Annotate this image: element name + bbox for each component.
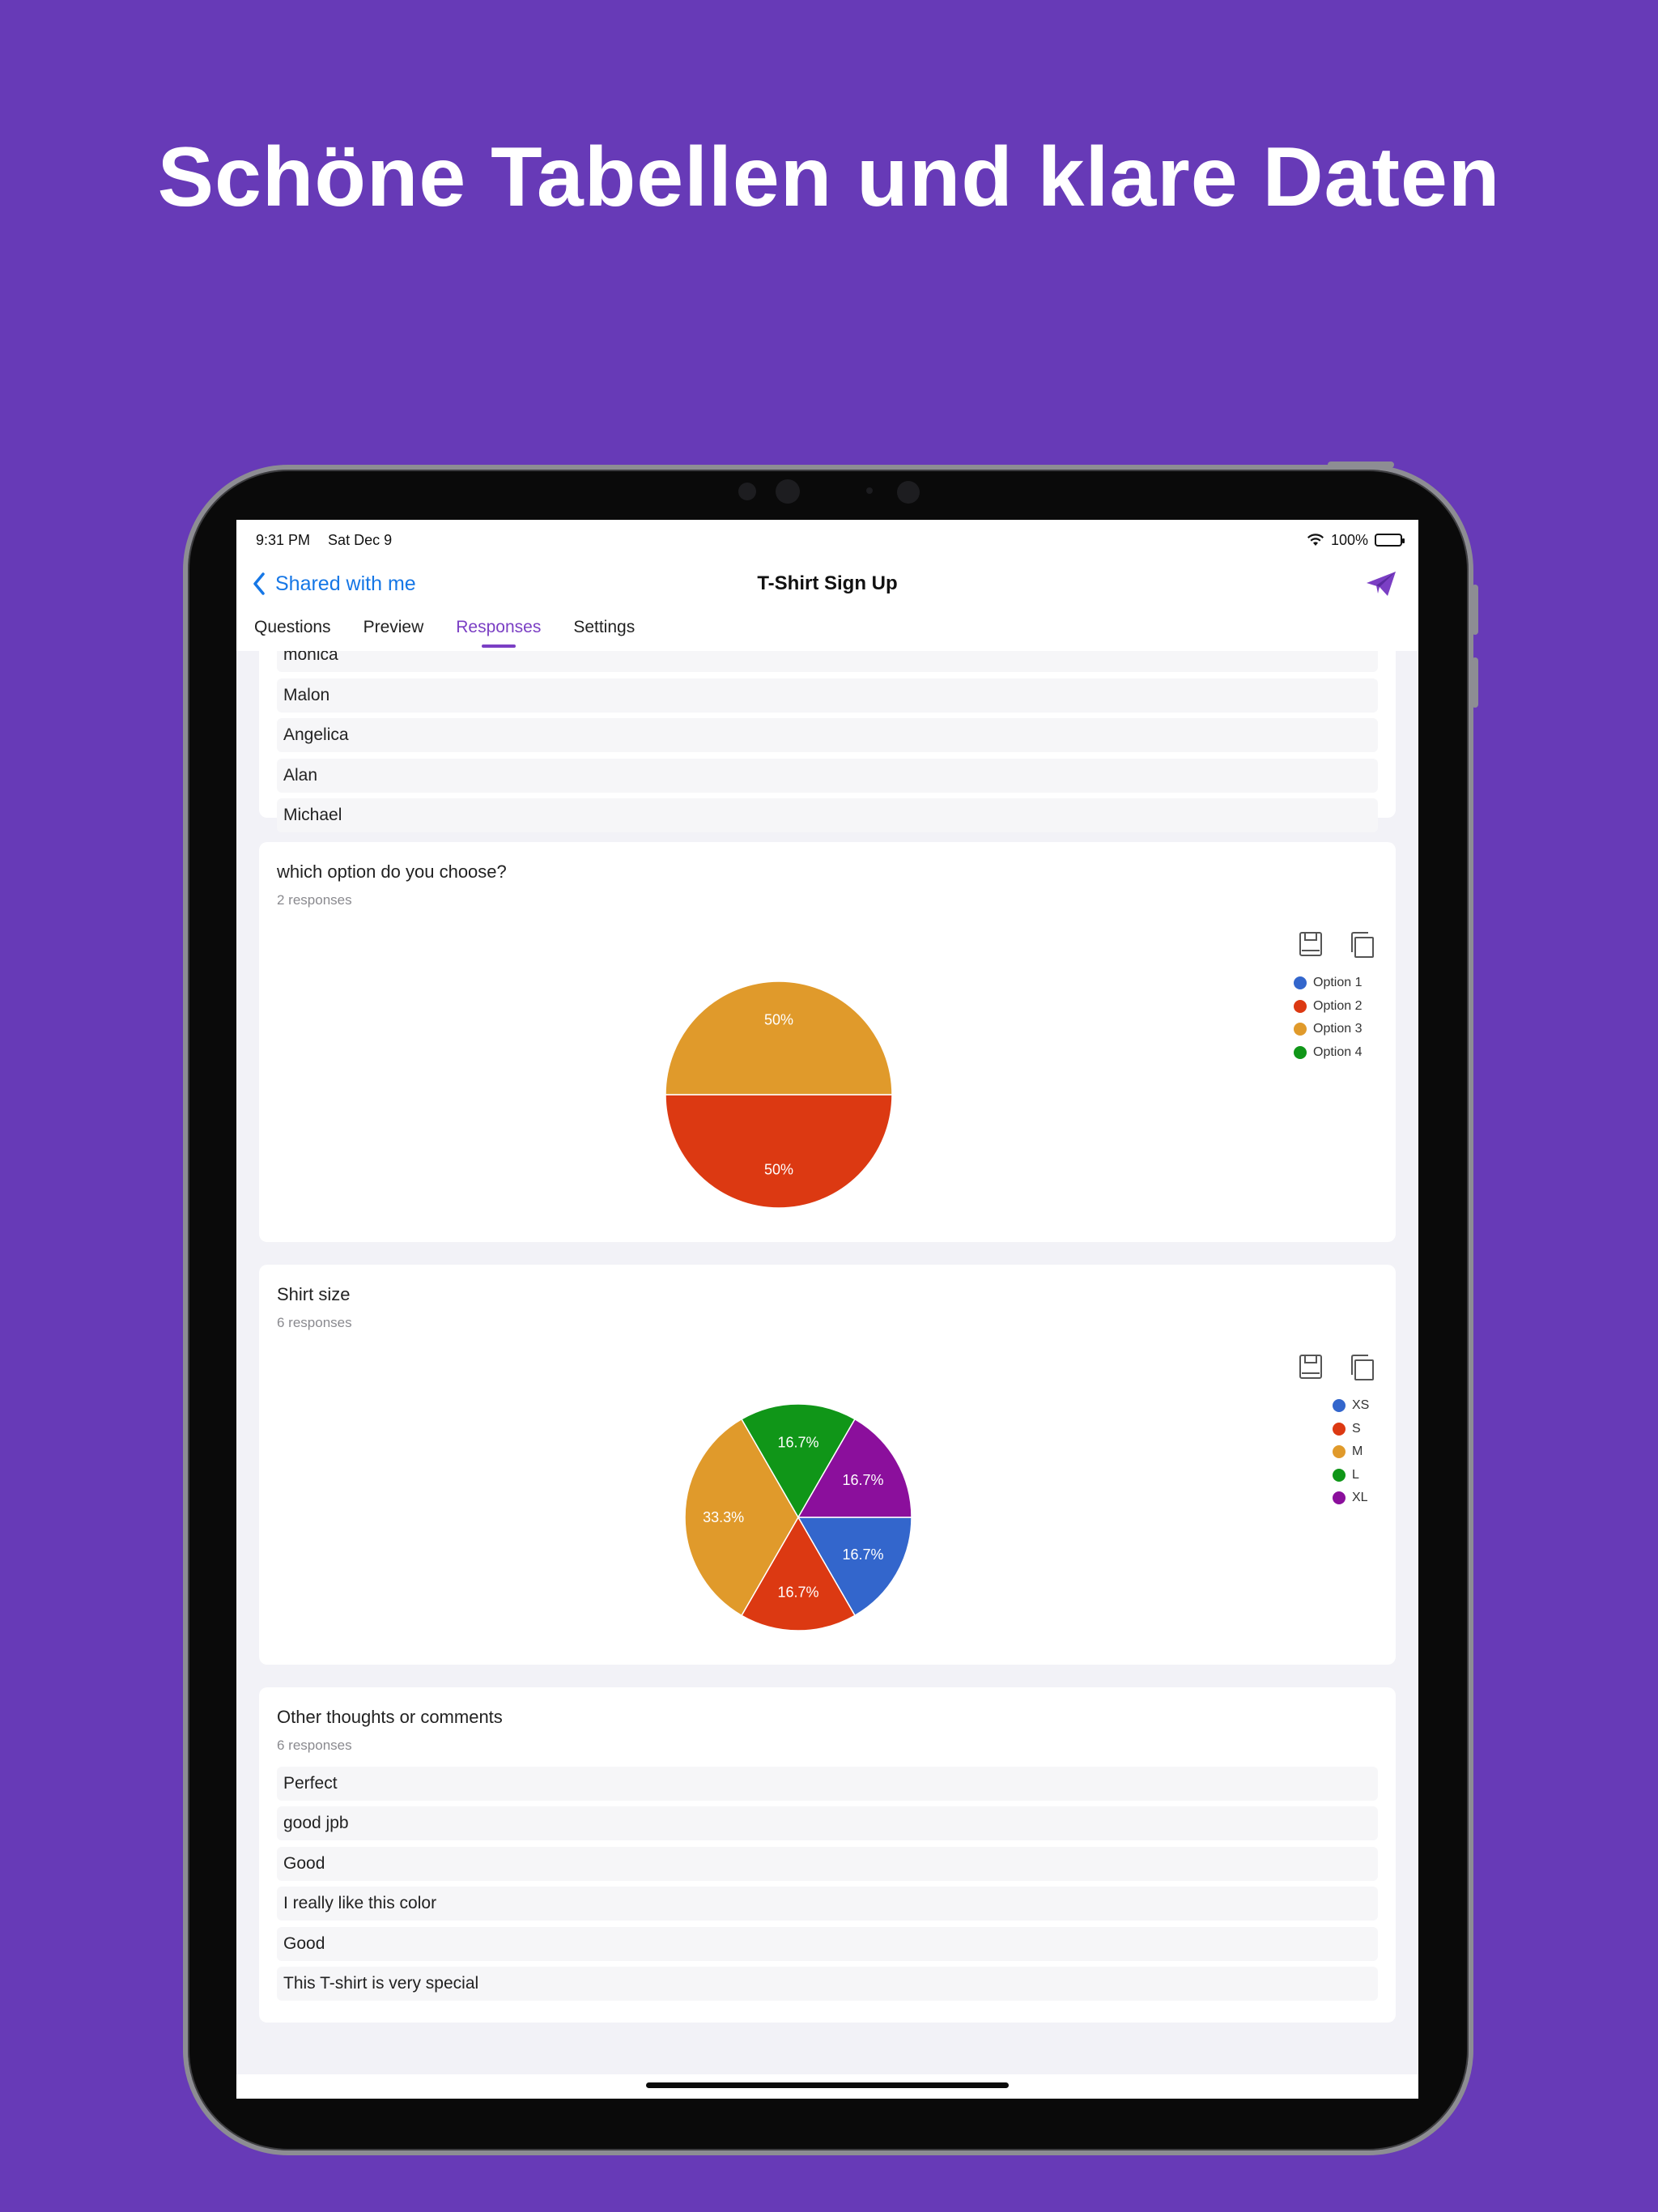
volume-up-button	[1472, 585, 1478, 635]
sensor-dot	[866, 487, 873, 494]
tab-questions[interactable]: Questions	[254, 610, 331, 644]
pie-slice-option-2	[665, 1094, 893, 1209]
pie-data-label: 16.7%	[777, 1435, 818, 1451]
front-camera	[776, 479, 800, 504]
tab-responses[interactable]: Responses	[456, 610, 541, 648]
legend-item: XL	[1333, 1487, 1369, 1510]
response-row: Angelica	[277, 718, 1378, 752]
chart-legend: XS S M L XL	[1333, 1394, 1369, 1510]
pie-data-label: 16.7%	[777, 1584, 818, 1600]
send-button[interactable]	[1365, 570, 1397, 602]
tab-settings[interactable]: Settings	[573, 610, 635, 644]
option-pie-chart: 50% 50%	[665, 981, 893, 1209]
legend-item: S	[1333, 1418, 1369, 1441]
pie-data-label: 16.7%	[842, 1472, 883, 1488]
status-date: Sat Dec 9	[328, 531, 393, 548]
paper-plane-icon	[1367, 572, 1396, 596]
size-pie-chart: 16.7% 16.7% 33.3% 16.7% 16.7%	[684, 1403, 912, 1631]
tab-bar: Questions Preview Responses Settings	[254, 610, 667, 651]
pie-data-label: 50%	[764, 1012, 793, 1028]
legend-item: XS	[1333, 1394, 1369, 1418]
wifi-icon	[1307, 534, 1324, 546]
response-count: 6 responses	[277, 1315, 352, 1330]
copy-icon[interactable]	[1349, 931, 1375, 959]
copy-icon[interactable]	[1349, 1354, 1375, 1381]
comment-row: good jpb	[277, 1806, 1378, 1840]
question-title: Shirt size	[277, 1284, 351, 1304]
response-row: Malon	[277, 678, 1378, 713]
response-count: 6 responses	[277, 1738, 352, 1753]
comment-row: This T-shirt is very special	[277, 1967, 1378, 2001]
comment-row: Good	[277, 1927, 1378, 1961]
app-header: 9:31 PM Sat Dec 9 100% Shared with me T-…	[236, 520, 1418, 651]
navigation-bar: Shared with me T-Shirt Sign Up	[236, 564, 1418, 604]
save-icon[interactable]	[1299, 1354, 1323, 1380]
sensor-dot	[897, 481, 920, 504]
comment-row: Perfect	[277, 1767, 1378, 1801]
response-row: Michael	[277, 798, 1378, 832]
comment-row: Good	[277, 1847, 1378, 1881]
battery-percent: 100%	[1330, 531, 1368, 548]
question-title: Other thoughts or comments	[277, 1707, 503, 1727]
page-title: T-Shirt Sign Up	[757, 572, 898, 594]
battery-icon	[1375, 534, 1405, 547]
option-question-card: which option do you choose? 2 responses …	[259, 842, 1396, 1242]
status-bar: 9:31 PM Sat Dec 9 100%	[256, 528, 1405, 552]
save-icon[interactable]	[1299, 931, 1323, 957]
legend-item: Option 4	[1294, 1041, 1362, 1065]
comment-row: I really like this color	[277, 1887, 1378, 1921]
question-title: which option do you choose?	[277, 861, 507, 882]
pie-slice-option-3	[665, 981, 893, 1095]
legend-item: Option 3	[1294, 1018, 1362, 1041]
legend-item: Option 1	[1294, 972, 1362, 995]
response-count: 2 responses	[277, 892, 352, 908]
legend-item: L	[1333, 1464, 1369, 1487]
response-row: Alan	[277, 759, 1378, 793]
pie-data-label: 50%	[764, 1161, 793, 1177]
status-time: 9:31 PM	[256, 531, 311, 548]
device-screen: 9:31 PM Sat Dec 9 100% Shared with me T-…	[236, 520, 1418, 2099]
top-button	[1328, 462, 1394, 468]
tab-preview[interactable]: Preview	[363, 610, 424, 644]
legend-item: Option 2	[1294, 995, 1362, 1019]
chart-legend: Option 1 Option 2 Option 3 Option 4	[1294, 972, 1362, 1064]
sensor-dot	[738, 483, 756, 500]
headline: Schöne Tabellen und klare Daten	[157, 130, 1501, 224]
comments-card: Other thoughts or comments 6 responses P…	[259, 1687, 1396, 2023]
home-indicator	[646, 2082, 1009, 2088]
legend-item: M	[1333, 1440, 1369, 1464]
pie-data-label: 33.3%	[703, 1509, 744, 1525]
pie-data-label: 16.7%	[842, 1546, 883, 1563]
volume-down-button	[1472, 657, 1478, 708]
shirt-size-card: Shirt size 6 responses XS S M L XL 16.7%…	[259, 1265, 1396, 1665]
